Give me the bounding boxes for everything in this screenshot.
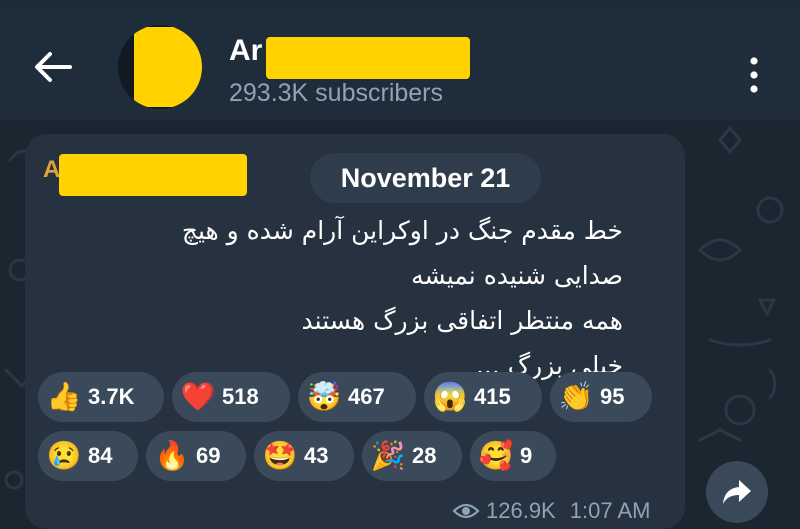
- reaction-count: 415: [474, 384, 511, 409]
- reaction-party-popper[interactable]: 🎉 28: [362, 431, 462, 481]
- reaction-thumbs-up[interactable]: 👍 3.7K: [38, 372, 164, 422]
- eye-icon: [452, 503, 480, 519]
- reaction-screaming-face[interactable]: 😱 415: [424, 372, 542, 422]
- message-bubble[interactable]: A November 21 خط مقدم جنگ در اوکراین آرا…: [25, 134, 685, 529]
- reaction-count: 518: [222, 384, 259, 409]
- reaction-count: 84: [88, 443, 113, 468]
- channel-avatar[interactable]: [118, 25, 202, 109]
- sender-redaction: [59, 154, 247, 196]
- date-badge: November 21: [310, 153, 541, 203]
- message-meta: 126.9K 1:07 AM: [452, 496, 650, 526]
- reaction-fire[interactable]: 🔥 69: [146, 431, 246, 481]
- chat-area[interactable]: A November 21 خط مقدم جنگ در اوکراین آرا…: [0, 120, 800, 529]
- reactions-row: 👍 3.7K ❤️ 518 🤯 467 😱 415 👏 95: [38, 372, 652, 422]
- reaction-count: 43: [304, 443, 329, 468]
- star-struck-icon: 🤩: [262, 440, 298, 471]
- more-options-button[interactable]: [742, 55, 766, 95]
- reaction-exploding-head[interactable]: 🤯 467: [298, 372, 416, 422]
- reaction-heart[interactable]: ❤️ 518: [172, 372, 290, 422]
- avatar-redaction: [134, 27, 202, 107]
- view-count: 126.9K: [486, 498, 556, 523]
- crying-face-icon: 😢: [46, 440, 82, 471]
- sender-name[interactable]: A: [43, 156, 60, 184]
- arrow-left-icon: [35, 52, 72, 82]
- more-vertical-icon: [750, 57, 758, 93]
- reaction-count: 9: [520, 443, 533, 468]
- reaction-crying-face[interactable]: 😢 84: [38, 431, 138, 481]
- reaction-star-struck[interactable]: 🤩 43: [254, 431, 354, 481]
- thumbs-up-icon: 👍: [46, 381, 82, 412]
- reactions-row: 😢 84 🔥 69 🤩 43 🎉 28 🥰 9: [38, 431, 556, 481]
- fire-icon: 🔥: [154, 440, 190, 471]
- reaction-clapping-hands[interactable]: 👏 95: [550, 372, 652, 422]
- message-text: خط مقدم جنگ در اوکراین آرام شده و هیچ صد…: [43, 208, 623, 388]
- party-popper-icon: 🎉: [370, 440, 406, 471]
- back-button[interactable]: [30, 48, 76, 86]
- share-arrow-icon: [723, 480, 751, 504]
- channel-title[interactable]: Ar: [229, 34, 262, 68]
- message-line: صدایی شنیده نمیشه: [411, 261, 623, 290]
- message-time: 1:07 AM: [569, 498, 651, 523]
- title-redaction: [266, 37, 470, 79]
- reaction-count: 467: [348, 384, 385, 409]
- heart-icon: ❤️: [180, 381, 216, 412]
- message-line: خط مقدم جنگ در اوکراین آرام شده و هیچ: [181, 216, 623, 245]
- reaction-count: 28: [412, 443, 437, 468]
- message-line: همه منتظر اتفاقی بزرگ هستند: [301, 306, 623, 335]
- screaming-face-icon: 😱: [432, 381, 468, 412]
- reaction-smiling-hearts[interactable]: 🥰 9: [470, 431, 556, 481]
- reaction-count: 69: [196, 443, 221, 468]
- smiling-hearts-icon: 🥰: [478, 440, 514, 471]
- clapping-hands-icon: 👏: [558, 381, 594, 412]
- subscriber-count: 293.3K subscribers: [229, 79, 444, 107]
- share-button[interactable]: [706, 461, 768, 523]
- reaction-count: 95: [600, 384, 625, 409]
- chat-header: Ar 293.3K subscribers: [0, 8, 800, 120]
- status-bar: [0, 0, 800, 8]
- reaction-count: 3.7K: [88, 384, 135, 409]
- exploding-head-icon: 🤯: [306, 381, 342, 412]
